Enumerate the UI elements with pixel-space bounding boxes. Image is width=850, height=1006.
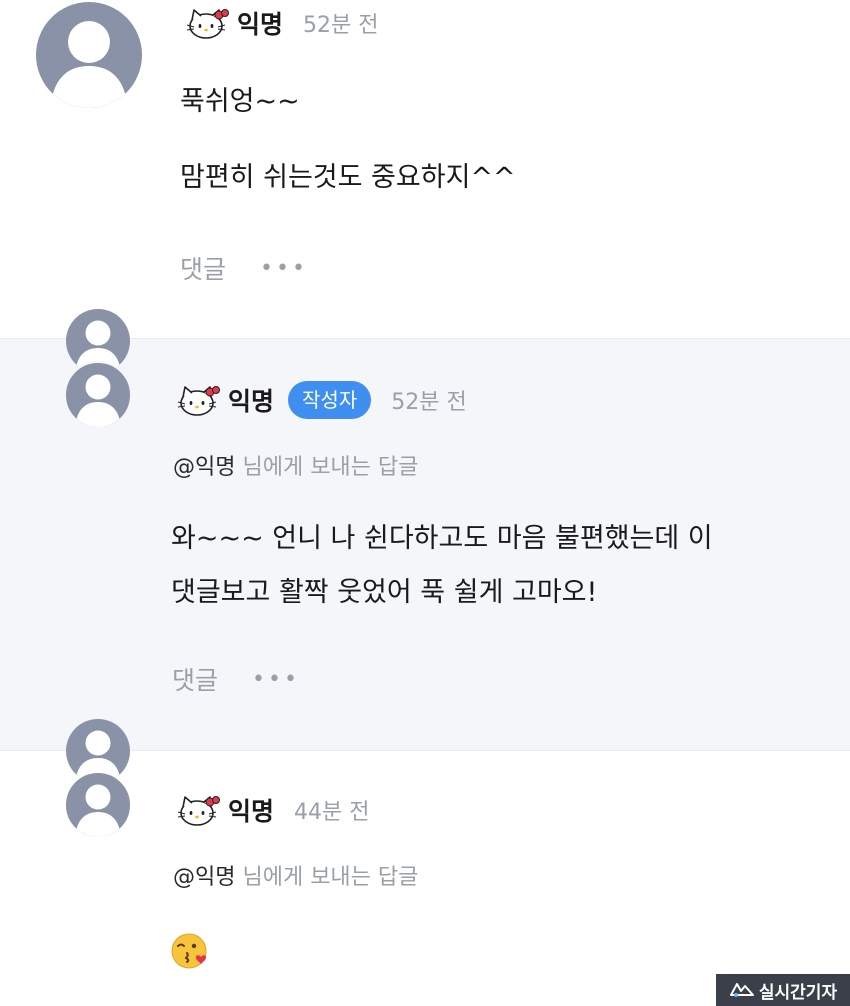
reply-button[interactable]: 댓글 — [180, 250, 226, 286]
timestamp: 44분 전 — [294, 800, 370, 825]
author-name[interactable]: 익명 — [237, 5, 283, 41]
author-badge: 작성자 — [288, 381, 372, 419]
reply-target: @익명 님에게 보내는 답글 — [173, 859, 418, 891]
hello-kitty-icon — [186, 9, 229, 39]
comment-text-line: 와~~~ 언니 나 쉰다하고도 마음 불편했는데 이 — [171, 523, 713, 554]
user-avatar-icon[interactable] — [64, 361, 132, 429]
hello-kitty-icon — [177, 386, 220, 416]
comment-actions: 댓글 ••• — [180, 250, 308, 286]
comment-3: 익명 44분 전 @익명 님에게 보내는 답글 실시간기자 — [0, 719, 850, 1006]
more-dots-icon[interactable]: ••• — [260, 256, 308, 281]
reply-target-suffix: 님에게 보내는 답글 — [235, 455, 419, 480]
user-avatar-icon[interactable] — [64, 771, 132, 839]
comment-header: 익명 52분 전 — [185, 1, 378, 45]
reply-target: @익명 님에게 보내는 답글 — [173, 449, 418, 481]
reply-button[interactable]: 댓글 — [172, 661, 218, 697]
mention-link[interactable]: @익명 — [173, 865, 235, 890]
watermark-text: 실시간기자 — [758, 982, 838, 1003]
author-name[interactable]: 익명 — [228, 382, 274, 418]
timestamp: 52분 전 — [303, 13, 379, 38]
comment-1: 익명 52분 전 푹쉬엉~~ 맘편히 쉬는것도 중요하지^^ 댓글 ••• — [0, 0, 850, 338]
comment-2: 익명 작성자 52분 전 @익명 님에게 보내는 답글 와~~~ 언니 나 쉰다… — [0, 309, 850, 751]
author-name[interactable]: 익명 — [228, 792, 274, 828]
user-avatar-icon[interactable] — [36, 2, 142, 108]
comment-header: 익명 작성자 52분 전 — [176, 378, 467, 422]
face-blowing-a-kiss-icon — [170, 931, 210, 975]
timestamp: 52분 전 — [391, 390, 467, 415]
comment-actions: 댓글 ••• — [172, 661, 300, 697]
hello-kitty-icon — [177, 796, 220, 826]
comment-header: 익명 44분 전 — [176, 788, 369, 832]
comment-text-line: 푹쉬엉~~ — [180, 86, 300, 117]
watermark: 실시간기자 — [716, 974, 850, 1006]
more-dots-icon[interactable]: ••• — [252, 667, 300, 692]
reply-target-suffix: 님에게 보내는 답글 — [235, 865, 419, 890]
comment-text-line: 맘편히 쉬는것도 중요하지^^ — [180, 162, 516, 193]
watermark-logo-icon — [729, 983, 754, 997]
comment-text-line: 댓글보고 활짝 웃었어 푹 쉴게 고마오! — [171, 577, 598, 608]
mention-link[interactable]: @익명 — [173, 455, 235, 480]
